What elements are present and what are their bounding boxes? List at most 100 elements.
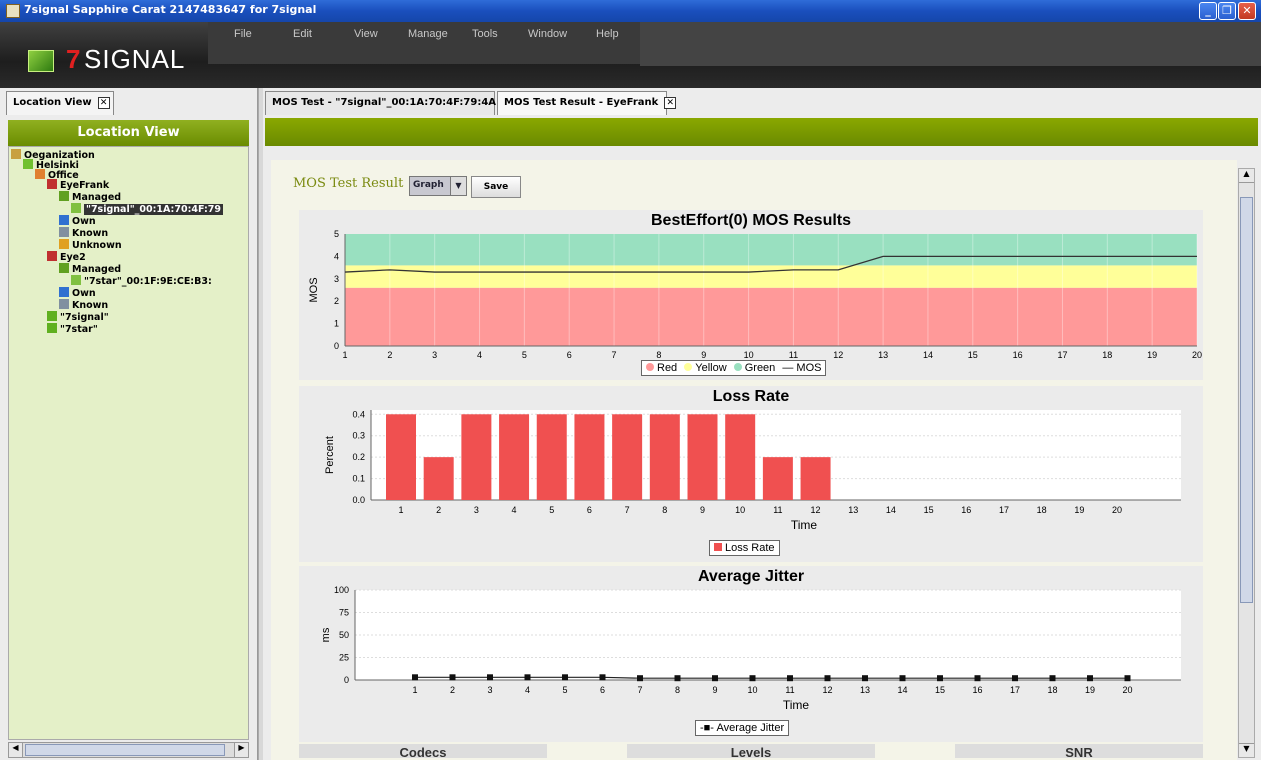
x-tick-label: 8 [662, 505, 667, 515]
tree-node-label: "7signal" [60, 312, 109, 323]
menu-file[interactable]: File [234, 28, 252, 40]
x-tick-label: 1 [412, 685, 417, 695]
close-tab-icon[interactable]: ✕ [664, 97, 677, 109]
close-tab-icon[interactable]: ✕ [97, 97, 110, 109]
minimize-icon[interactable]: _ [1199, 2, 1217, 20]
loss-rate-legend: Loss Rate [709, 540, 780, 556]
header-spacer [640, 22, 1261, 66]
x-tick-label: 16 [972, 685, 982, 695]
scroll-thumb[interactable] [1240, 197, 1253, 603]
codecs-panel-title: Codecs [299, 744, 547, 758]
menu-help[interactable]: Help [596, 28, 619, 40]
x-tick-label: 15 [924, 505, 934, 515]
vertical-scrollbar[interactable]: ▲ ▼ [1238, 168, 1255, 758]
scroll-up-icon[interactable]: ▲ [1239, 169, 1254, 183]
loss-rate-bar [725, 414, 756, 500]
tree-node-label: Managed [72, 264, 122, 275]
scroll-thumb[interactable] [25, 744, 225, 756]
mos-plot: 0123451 2 3 4 5 6 7 8 9 10 11 12 13 14 15 16 17 18 19 20MOS [308, 229, 1202, 360]
menu-view[interactable]: View [354, 28, 378, 40]
legend-loss-rate: Loss Rate [725, 542, 775, 554]
loss-rate-bar [612, 414, 643, 500]
x-tick-label: 11 [789, 350, 798, 360]
tree-node[interactable]: EyeFrank [47, 179, 109, 191]
levels-panel-title: Levels [627, 744, 875, 758]
jitter-point [1124, 675, 1131, 682]
tree-node[interactable]: "7star" [47, 323, 98, 335]
x-tick-label: 3 [432, 350, 437, 360]
maximize-icon[interactable]: ❐ [1218, 2, 1236, 20]
save-button[interactable]: Save [471, 176, 521, 198]
x-tick-label: 18 [1037, 505, 1047, 515]
snr-panel-title: SNR [955, 744, 1203, 758]
average-jitter-chart: Average Jitter 0 25 50 75 100 1 2 3 4 5 6 7 8 9 10 11 12… [299, 566, 1203, 742]
tree-node-label: "7star"_00:1F:9E:CE:B3: [84, 276, 212, 287]
tree-node[interactable]: Own [59, 215, 96, 227]
tree-node[interactable]: "7signal"_00:1A:70:4F:79 [71, 203, 223, 215]
x-tick-label: 8 [675, 685, 680, 695]
tab-location-view[interactable]: Location View ✕ [6, 91, 114, 115]
tree-node-label: "7star" [60, 324, 98, 335]
x-tick-label: 4 [512, 505, 517, 515]
tree-node[interactable]: "7signal" [47, 311, 109, 323]
ap-own-icon [59, 215, 69, 225]
tree-node[interactable]: Own [59, 287, 96, 299]
tree-node[interactable]: Eye2 [47, 251, 86, 263]
window-title-bar[interactable]: 7signal Sapphire Carat 2147483647 for 7s… [0, 0, 1261, 22]
close-icon[interactable]: ✕ [1238, 2, 1256, 20]
x-tick-label: 20 [1122, 685, 1132, 695]
tree-node-label: Own [72, 288, 96, 299]
x-tick-label: 1 [342, 350, 347, 360]
tree-node[interactable]: "7star"_00:1F:9E:CE:B3: [71, 275, 212, 287]
tree-node[interactable]: Known [59, 299, 108, 311]
ap-managed-icon [59, 191, 69, 201]
jitter-point [1087, 675, 1093, 682]
jitter-point [562, 674, 568, 681]
result-title: MOS Test Result [293, 176, 404, 191]
x-tick-label: 9 [701, 350, 706, 360]
tree-node[interactable]: Managed [59, 263, 121, 275]
x-tick-label: 11 [785, 685, 794, 695]
legend-red: Red [657, 362, 678, 374]
horizontal-scrollbar[interactable]: ◀ ▶ [8, 742, 249, 758]
menu-bar: File Edit View Manage Tools Window Help [208, 22, 640, 64]
y-tick-label: 1 [334, 319, 339, 329]
scroll-right-icon[interactable]: ▶ [234, 743, 248, 757]
window-title: 7signal Sapphire Carat 2147483647 for 7s… [24, 3, 317, 16]
x-tick-label: 19 [1074, 505, 1084, 515]
menu-window[interactable]: Window [528, 28, 567, 40]
jitter-point [824, 675, 831, 682]
tab-mos-test-result[interactable]: MOS Test Result - EyeFrank ✕ [497, 91, 677, 115]
y-tick-label: 0 [334, 341, 339, 351]
view-select[interactable]: Graph ▼ [409, 176, 467, 196]
jitter-point [712, 675, 718, 682]
tree-node[interactable]: Known [59, 227, 108, 239]
menu-edit[interactable]: Edit [293, 28, 312, 40]
tree-node[interactable]: Unknown [59, 239, 122, 251]
loss-rate-plot: 0.00.10.20.30.41 2 3 4 5 6 7 8 9 10 11 12 13 14 15 16 17… [324, 409, 1181, 532]
x-tick-label: 1 [398, 505, 403, 515]
x-tick-label: 12 [833, 350, 843, 360]
legend-green-swatch [733, 363, 742, 371]
scroll-left-icon[interactable]: ◀ [9, 743, 23, 757]
menu-tools[interactable]: Tools [472, 28, 498, 40]
chevron-down-icon[interactable]: ▼ [450, 177, 466, 195]
menu-manage[interactable]: Manage [408, 28, 448, 40]
jitter-point [637, 675, 643, 682]
jitter-legend: -■- Average Jitter [695, 720, 790, 736]
x-tick-label: 17 [1057, 350, 1067, 360]
location-tree: Oeganization Helsinki Office EyeFrank Manage… [8, 146, 249, 740]
tree-node-label: Known [72, 228, 109, 239]
tree-node-label: Managed [72, 192, 122, 203]
x-tick-label: 10 [747, 685, 757, 695]
tree-node[interactable]: Managed [59, 191, 121, 203]
loss-rate-bar [649, 414, 680, 500]
scroll-down-icon[interactable]: ▼ [1239, 743, 1254, 757]
y-tick-label: 3 [334, 274, 339, 284]
tab-mos-test[interactable]: MOS Test - "7signal"_00:1A:70:4F:79:4A✕ [265, 91, 515, 115]
legend-green: Green [744, 362, 776, 374]
x-tick-label: 4 [525, 685, 530, 695]
band-red [345, 287, 1197, 346]
y-tick-label: 0.0 [352, 495, 365, 505]
y-tick-label: 50 [339, 630, 349, 640]
